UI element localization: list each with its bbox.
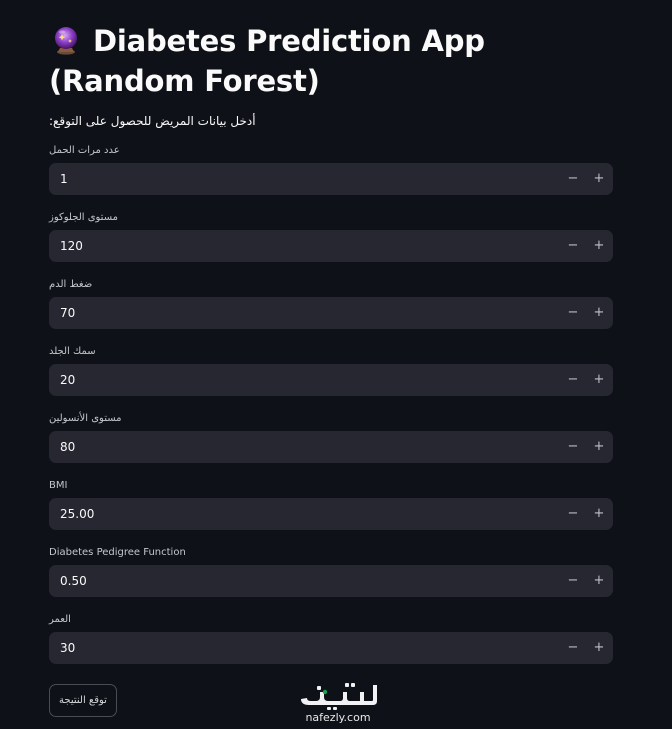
field-label: مستوى الجلوكوز xyxy=(49,212,118,223)
decrement-button[interactable]: − xyxy=(559,498,587,530)
number-field: العمر −+ xyxy=(49,613,613,680)
number-input-box: −+ xyxy=(49,498,613,530)
number-input[interactable] xyxy=(49,297,549,329)
field-label: سمك الجلد xyxy=(49,346,96,357)
number-input-box: −+ xyxy=(49,565,613,597)
page-title: Diabetes Prediction App (Random Forest) xyxy=(49,0,613,101)
instruction-text: أدخل بيانات المريض للحصول على التوقع: xyxy=(49,114,256,128)
watermark: nafezly.com xyxy=(293,681,383,727)
number-field: مستوى الأنسولين −+ xyxy=(49,412,613,479)
field-label: BMI xyxy=(49,480,68,491)
field-label: Diabetes Pedigree Function xyxy=(49,547,186,558)
field-label: عدد مرات الحمل xyxy=(49,145,120,156)
increment-button[interactable]: + xyxy=(585,230,613,262)
decrement-button[interactable]: − xyxy=(559,163,587,195)
decrement-button[interactable]: − xyxy=(559,565,587,597)
number-input[interactable] xyxy=(49,431,549,463)
number-input[interactable] xyxy=(49,632,549,664)
decrement-button[interactable]: − xyxy=(559,230,587,262)
number-input-box: −+ xyxy=(49,364,613,396)
field-label: مستوى الأنسولين xyxy=(49,413,122,424)
increment-button[interactable]: + xyxy=(585,632,613,664)
number-input[interactable] xyxy=(49,163,549,195)
page-title-text: Diabetes Prediction App (Random Forest) xyxy=(49,24,485,98)
decrement-button[interactable]: − xyxy=(559,632,587,664)
predict-button[interactable]: توقع النتيجة xyxy=(49,684,117,717)
number-input[interactable] xyxy=(49,364,549,396)
increment-button[interactable]: + xyxy=(585,364,613,396)
number-input[interactable] xyxy=(49,498,549,530)
number-field: سمك الجلد −+ xyxy=(49,345,613,412)
number-input-box: −+ xyxy=(49,297,613,329)
increment-button[interactable]: + xyxy=(585,565,613,597)
watermark-text: nafezly.com xyxy=(305,711,371,724)
number-field: Diabetes Pedigree Function −+ xyxy=(49,546,613,613)
decrement-button[interactable]: − xyxy=(559,297,587,329)
number-input-box: −+ xyxy=(49,632,613,664)
number-field: عدد مرات الحمل −+ xyxy=(49,144,613,211)
increment-button[interactable]: + xyxy=(585,431,613,463)
increment-button[interactable]: + xyxy=(585,297,613,329)
increment-button[interactable]: + xyxy=(585,498,613,530)
number-input[interactable] xyxy=(49,230,549,262)
number-input-box: −+ xyxy=(49,163,613,195)
field-label: ضغط الدم xyxy=(49,279,93,290)
crystal-ball-icon xyxy=(51,25,81,55)
increment-button[interactable]: + xyxy=(585,163,613,195)
number-input[interactable] xyxy=(49,565,549,597)
number-field: ضغط الدم −+ xyxy=(49,278,613,345)
number-field: BMI −+ xyxy=(49,479,613,546)
decrement-button[interactable]: − xyxy=(559,431,587,463)
number-input-box: −+ xyxy=(49,431,613,463)
main-container: Diabetes Prediction App (Random Forest) … xyxy=(49,0,613,680)
input-form: عدد مرات الحمل−+مستوى الجلوكوز−+ضغط الدم… xyxy=(49,144,613,680)
number-field: مستوى الجلوكوز −+ xyxy=(49,211,613,278)
field-label: العمر xyxy=(49,614,71,625)
nafezly-logo-icon xyxy=(293,681,383,711)
decrement-button[interactable]: − xyxy=(559,364,587,396)
number-input-box: −+ xyxy=(49,230,613,262)
